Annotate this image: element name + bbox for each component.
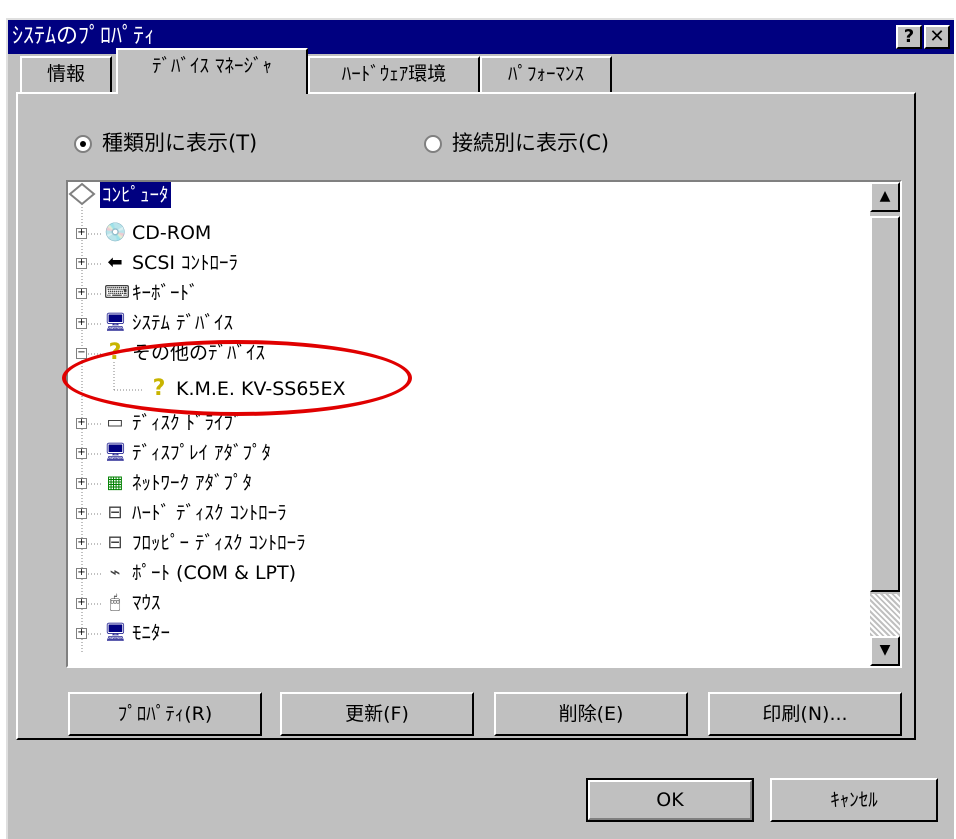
network-card-icon: ▦ <box>106 472 124 493</box>
port-icon: ⌁ <box>109 562 121 583</box>
tree-item-display-adapters[interactable]: ﾃﾞｨｽﾌﾟﾚｲ ｱﾀﾞﾌﾟﾀ <box>132 440 271 466</box>
tree-item-system-devices[interactable]: ｼｽﾃﾑ ﾃﾞﾊﾞｲｽ <box>132 310 233 336</box>
help-button[interactable]: ? <box>896 25 922 49</box>
monitor-icon: 🖥 <box>104 622 127 643</box>
keyboard-icon: ⌨ <box>104 282 130 303</box>
tree-item-floppy-controllers[interactable]: ﾌﾛｯﾋﾟｰ ﾃﾞｨｽｸ ｺﾝﾄﾛｰﾗ <box>132 530 306 556</box>
mouse-icon: 🖱 <box>109 592 121 613</box>
view-by-type-radio[interactable]: 種類別に表示(T) <box>74 130 257 156</box>
tab-hardware-profiles[interactable]: ﾊｰﾄﾞｳｪｱ環境 <box>308 56 480 92</box>
tree-item-mouse[interactable]: ﾏｳｽ <box>132 590 161 616</box>
device-tree[interactable]: ｺﾝﾋﾟｭｰﾀ + + + + − + + + + + + + + 💿 CD-R… <box>66 180 902 668</box>
tree-item-keyboard[interactable]: ｷｰﾎﾞｰﾄﾞ <box>132 280 199 306</box>
cancel-button[interactable]: ｷｬﾝｾﾙ <box>770 778 938 822</box>
scroll-up-arrow-icon[interactable]: ▲ <box>870 182 900 212</box>
tree-item-other-devices[interactable]: その他のﾃﾞﾊﾞｲｽ <box>132 340 265 366</box>
expand-icon[interactable]: + <box>76 228 87 239</box>
expand-icon[interactable]: + <box>76 478 87 489</box>
hdd-controller-icon: ⊟ <box>107 502 123 523</box>
tree-item-network-adapters[interactable]: ﾈｯﾄﾜｰｸ ｱﾀﾞﾌﾟﾀ <box>132 470 252 496</box>
scroll-down-arrow-icon[interactable]: ▼ <box>870 636 900 666</box>
tree-item-scsi[interactable]: SCSI ｺﾝﾄﾛｰﾗ <box>132 250 238 276</box>
expand-icon[interactable]: + <box>76 318 87 329</box>
tree-item-disk-drives[interactable]: ﾃﾞｨｽｸ ﾄﾞﾗｲﾌﾞ <box>132 410 243 436</box>
tree-item-kme-scanner[interactable]: K.M.E. KV-SS65EX <box>176 376 346 402</box>
ok-button[interactable]: OK <box>586 778 754 822</box>
print-button[interactable]: 印刷(N)... <box>708 692 902 736</box>
expand-icon[interactable]: + <box>76 568 87 579</box>
collapse-icon[interactable]: − <box>76 348 87 359</box>
scroll-track[interactable] <box>870 594 900 638</box>
floppy-controller-icon: ⊟ <box>107 532 123 553</box>
monitor-icon: 🖥 <box>104 442 127 463</box>
close-button[interactable]: ✕ <box>924 25 950 49</box>
tree-item-monitors[interactable]: ﾓﾆﾀｰ <box>132 620 170 646</box>
view-by-connection-radio[interactable]: 接続別に表示(C) <box>424 130 609 156</box>
scsi-icon: ⬅ <box>107 252 123 273</box>
question-icon: ? <box>108 340 122 365</box>
scroll-thumb[interactable] <box>870 216 900 592</box>
expand-icon[interactable]: + <box>76 538 87 549</box>
properties-button[interactable]: ﾌﾟﾛﾊﾟﾃｨ(R) <box>68 692 262 736</box>
computer-icon: 🖥 <box>104 312 127 333</box>
tab-info[interactable]: 情報 <box>20 56 112 92</box>
ok-button-label: OK <box>656 789 684 811</box>
expand-icon[interactable]: + <box>76 258 87 269</box>
root-diamond-icon <box>68 182 96 206</box>
question-warning-icon: ? <box>152 376 166 401</box>
cdrom-icon: 💿 <box>104 222 127 243</box>
expand-icon[interactable]: + <box>76 288 87 299</box>
tree-item-ports[interactable]: ﾎﾟｰﾄ (COM & LPT) <box>132 560 296 586</box>
tab-performance[interactable]: ﾊﾟﾌｫｰﾏﾝｽ <box>480 56 612 92</box>
radio-selected-icon <box>74 135 92 153</box>
radio-unselected-icon <box>424 135 442 153</box>
tab-device-manager[interactable]: ﾃﾞﾊﾞｲｽ ﾏﾈｰｼﾞｬ <box>116 48 308 94</box>
tree-item-cdrom[interactable]: CD-ROM <box>132 220 211 246</box>
vertical-scrollbar[interactable]: ▲ ▼ <box>870 182 900 666</box>
refresh-button[interactable]: 更新(F) <box>280 692 474 736</box>
expand-icon[interactable]: + <box>76 418 87 429</box>
tree-item-hdd-controllers[interactable]: ﾊｰﾄﾞ ﾃﾞｨｽｸ ｺﾝﾄﾛｰﾗ <box>132 500 287 526</box>
expand-icon[interactable]: + <box>76 448 87 459</box>
expand-icon[interactable]: + <box>76 628 87 639</box>
tree-root-computer[interactable]: ｺﾝﾋﾟｭｰﾀ <box>100 182 171 208</box>
expand-icon[interactable]: + <box>76 508 87 519</box>
remove-button[interactable]: 削除(E) <box>494 692 688 736</box>
expand-icon[interactable]: + <box>76 598 87 609</box>
disk-drive-icon: ▭ <box>106 412 124 433</box>
view-by-connection-label: 接続別に表示(C) <box>452 131 610 155</box>
view-by-type-label: 種類別に表示(T) <box>102 131 258 155</box>
window-title: ｼｽﾃﾑのﾌﾟﾛﾊﾟﾃｨ <box>12 24 156 49</box>
